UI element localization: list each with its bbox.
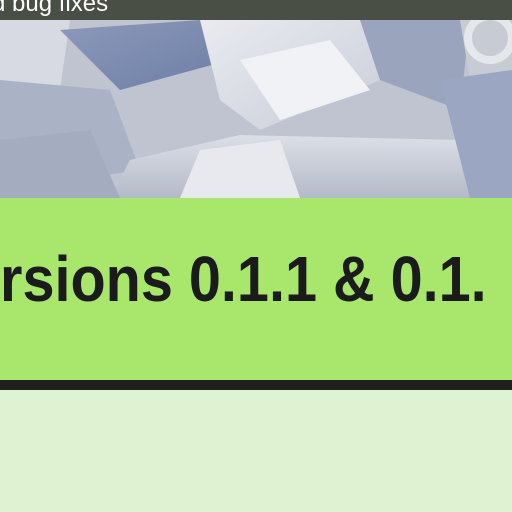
release-banner: ersions 0.1.1 & 0.1.	[0, 198, 512, 380]
title-strip-text: d bug fixes	[0, 0, 109, 17]
hero-image	[0, 20, 512, 198]
title-strip: d bug fixes	[0, 0, 512, 20]
divider	[0, 380, 512, 390]
hero-illustration	[0, 20, 512, 198]
banner-title: ersions 0.1.1 & 0.1.	[0, 243, 487, 315]
content-area	[0, 390, 512, 512]
page: d bug fixes ersions 0.1.1 & 0.1.	[0, 0, 512, 512]
